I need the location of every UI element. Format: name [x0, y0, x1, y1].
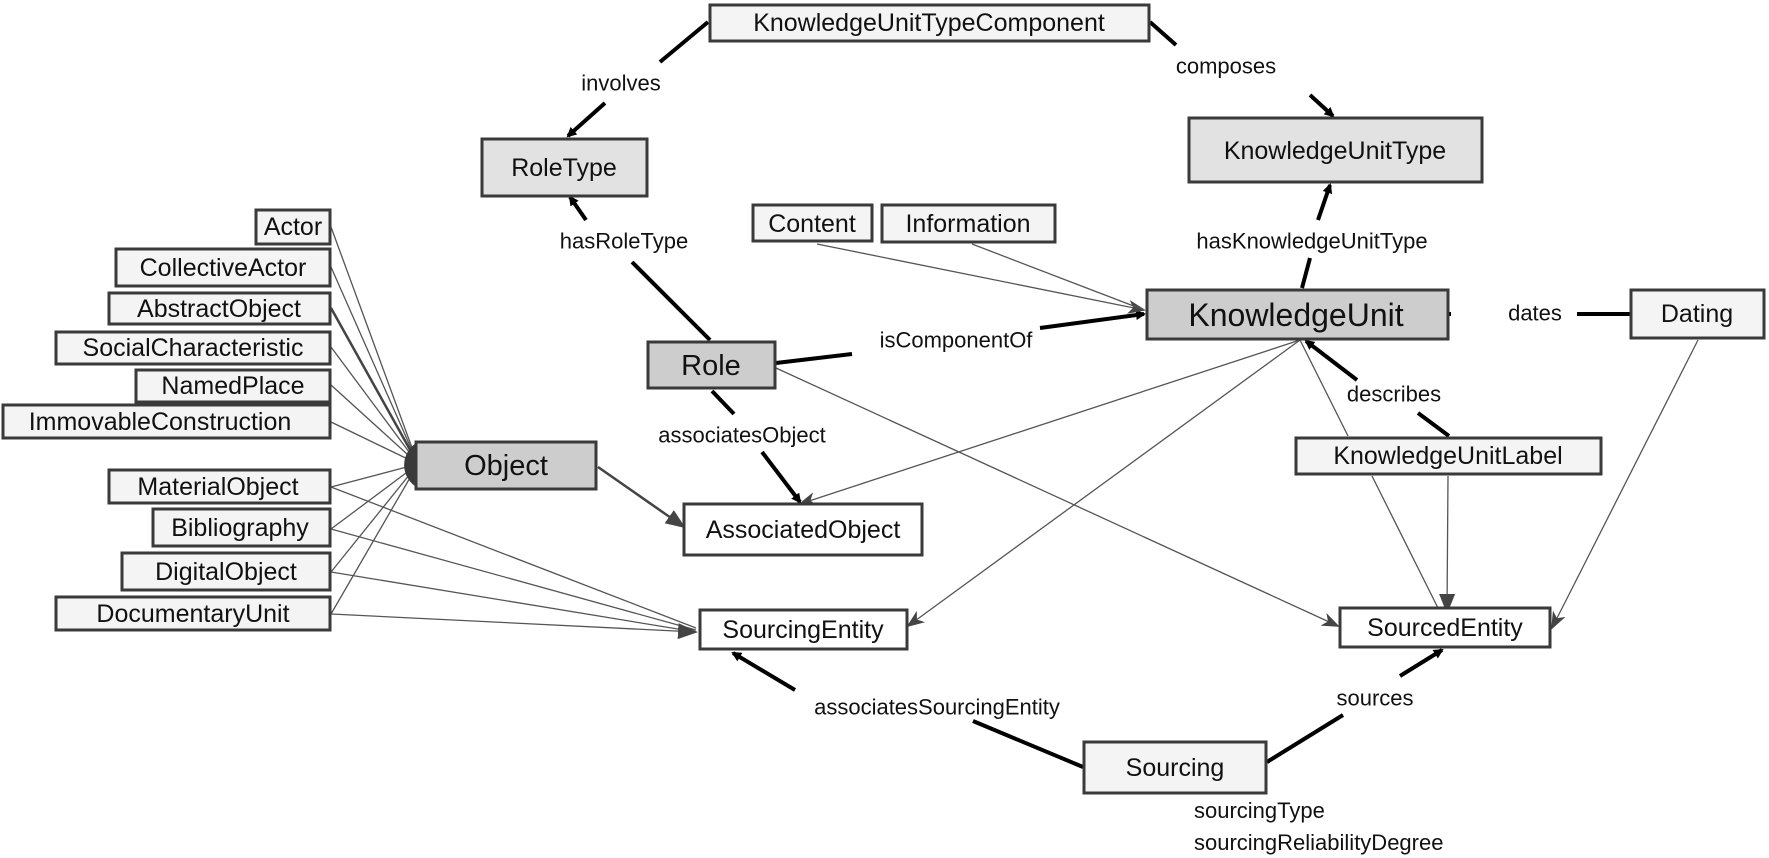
node-information[interactable]: Information — [880, 203, 1057, 244]
edge-label-describes: describes — [1347, 382, 1441, 407]
svg-text:Information: Information — [905, 210, 1030, 238]
svg-text:DocumentaryUnit: DocumentaryUnit — [96, 600, 289, 628]
edge-associatesSourcingEntity-a — [972, 719, 1084, 769]
svg-text:KnowledgeUnitType: KnowledgeUnitType — [1224, 137, 1446, 165]
node-social-characteristic[interactable]: SocialCharacteristic — [54, 330, 332, 366]
edge-label-associatesObject: associatesObject — [658, 423, 826, 448]
attribute-sourcing-type: sourcingType — [1194, 798, 1325, 823]
node-immovable-construction[interactable]: ImmovableConstruction — [1, 403, 332, 440]
node-knowledge-unit-type[interactable]: KnowledgeUnitType — [1187, 116, 1484, 184]
edge-label-involves: involves — [581, 71, 660, 96]
svg-text:SourcedEntity: SourcedEntity — [1367, 614, 1523, 642]
edge-involves-a — [658, 20, 710, 64]
svg-text:AssociatedObject: AssociatedObject — [706, 516, 901, 544]
svg-text:CollectiveActor: CollectiveActor — [140, 254, 307, 282]
node-digital-object[interactable]: DigitalObject — [120, 551, 332, 592]
edge-isComponentOf-b — [1039, 310, 1146, 330]
svg-text:KnowledgeUnit: KnowledgeUnit — [1188, 297, 1403, 333]
edge-hasRoleType-a — [630, 260, 712, 342]
svg-text:SocialCharacteristic: SocialCharacteristic — [83, 334, 304, 362]
edge-label-associatesSourcingEntity: associatesSourcingEntity — [814, 695, 1060, 720]
node-knowledge-unit[interactable]: KnowledgeUnit — [1145, 288, 1450, 341]
edge-hasKUT-b — [1316, 183, 1333, 221]
attribute-sourcing-reliability-degree: sourcingReliabilityDegree — [1194, 830, 1443, 855]
edge-sources-b — [1398, 648, 1444, 678]
svg-text:NamedPlace: NamedPlace — [161, 372, 304, 400]
edge-label-dates: dates — [1508, 301, 1562, 326]
svg-text:Object: Object — [464, 450, 548, 482]
edge-label-hasKnowledgeUnitType: hasKnowledgeUnitType — [1196, 229, 1427, 254]
node-collective-actor[interactable]: CollectiveActor — [114, 247, 332, 288]
svg-text:ImmovableConstruction: ImmovableConstruction — [29, 408, 292, 436]
node-actor[interactable]: Actor — [254, 208, 332, 246]
svg-text:Dating: Dating — [1661, 300, 1733, 328]
svg-text:Bibliography: Bibliography — [171, 514, 309, 542]
edge-kuLabel-sourcedEntity-a — [1371, 475, 1441, 613]
node-knowledge-unit-type-component[interactable]: KnowledgeUnitTypeComponent — [708, 3, 1151, 43]
edge-label-hasRoleType: hasRoleType — [560, 229, 688, 254]
node-sourced-entity[interactable]: SourcedEntity — [1338, 606, 1552, 649]
node-sourcing-entity[interactable]: SourcingEntity — [698, 608, 909, 651]
edge-hasKUT-a — [1300, 257, 1312, 289]
node-abstract-object[interactable]: AbstractObject — [107, 291, 332, 326]
edge-describes-a — [1416, 411, 1451, 438]
node-sourcing[interactable]: Sourcing — [1082, 740, 1268, 795]
edge-object-associatedObject — [597, 465, 686, 529]
svg-text:Sourcing: Sourcing — [1126, 754, 1225, 782]
edge-associatesObject-a — [710, 389, 736, 416]
edge-role-sourcedEntity — [775, 367, 1340, 627]
sourcing-attributes: sourcingType sourcingReliabilityDegree — [1194, 798, 1443, 855]
edge-content-ku — [816, 243, 1146, 314]
edge-ku-associatedObject — [798, 339, 1301, 506]
svg-text:KnowledgeUnitTypeComponent: KnowledgeUnitTypeComponent — [753, 9, 1105, 37]
svg-text:KnowledgeUnitLabel: KnowledgeUnitLabel — [1333, 442, 1562, 470]
edges — [329, 20, 1699, 769]
node-named-place[interactable]: NamedPlace — [134, 368, 332, 404]
ontology-diagram: involves composes hasRoleType hasKnowled… — [1, 3, 1766, 855]
node-dating[interactable]: Dating — [1629, 288, 1766, 340]
svg-text:MaterialObject: MaterialObject — [137, 473, 298, 501]
edge-associatesObject-b — [760, 450, 802, 504]
svg-text:Content: Content — [768, 210, 856, 238]
edge-hasRoleType-b — [568, 195, 588, 222]
edge-sources-a — [1265, 713, 1345, 764]
node-documentary-unit[interactable]: DocumentaryUnit — [54, 595, 332, 632]
edge-label-isComponentOf: isComponentOf — [880, 328, 1034, 353]
svg-text:Actor: Actor — [264, 213, 322, 241]
edge-information-ku — [971, 243, 1145, 311]
edge-describes-b — [1304, 339, 1359, 382]
edge-label-sources: sources — [1336, 686, 1413, 711]
sourcing-entity-edges — [330, 486, 698, 640]
svg-text:RoleType: RoleType — [511, 154, 617, 182]
edge-associatesSourcingEntity-b — [731, 651, 797, 692]
nodes: KnowledgeUnitTypeComponent RoleType Know… — [1, 3, 1766, 795]
svg-text:Role: Role — [681, 350, 741, 382]
node-object[interactable]: Object — [414, 440, 598, 491]
svg-text:DigitalObject: DigitalObject — [155, 558, 297, 586]
node-role[interactable]: Role — [646, 340, 777, 390]
node-role-type[interactable]: RoleType — [480, 137, 649, 198]
edge-label-composes: composes — [1176, 54, 1276, 79]
node-material-object[interactable]: MaterialObject — [107, 468, 332, 505]
node-knowledge-unit-label[interactable]: KnowledgeUnitLabel — [1294, 436, 1603, 476]
edge-involves-b — [566, 101, 607, 138]
svg-text:AbstractObject: AbstractObject — [137, 295, 301, 323]
node-associated-object[interactable]: AssociatedObject — [682, 502, 924, 557]
svg-text:SourcingEntity: SourcingEntity — [722, 616, 884, 644]
edge-dating-sourcedEntity — [1551, 339, 1699, 630]
edge-composes-b — [1308, 93, 1335, 118]
edge-ku-sourcingEntity — [906, 339, 1301, 628]
node-bibliography[interactable]: Bibliography — [151, 507, 332, 548]
edge-composes-a — [1148, 20, 1178, 47]
node-content[interactable]: Content — [751, 203, 874, 243]
edge-kuLabel-sourcedEntity-b — [1439, 475, 1456, 614]
edge-isComponentOf-a — [775, 352, 853, 365]
subclass-edges — [329, 226, 420, 615]
